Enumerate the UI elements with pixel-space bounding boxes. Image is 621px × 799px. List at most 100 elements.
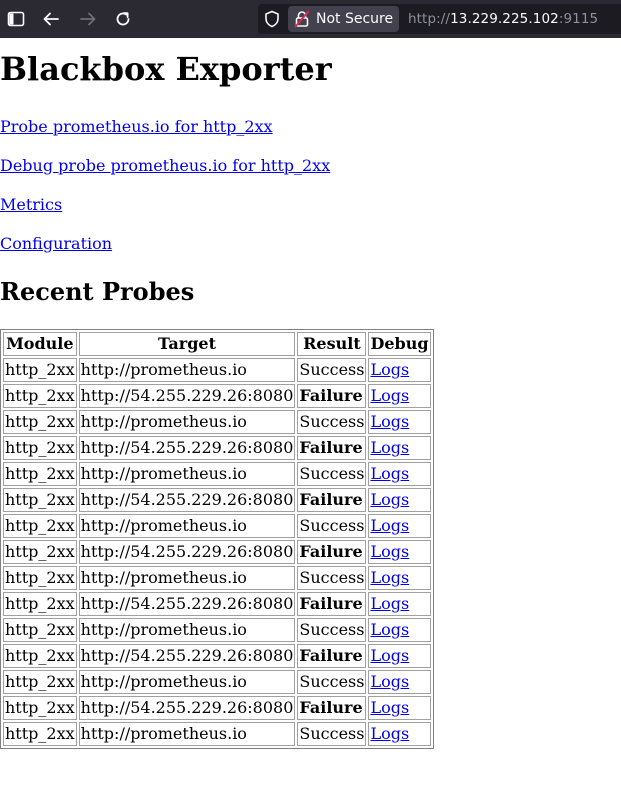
module-cell: http_2xx	[3, 462, 77, 486]
module-cell: http_2xx	[3, 410, 77, 434]
table-row: http_2xx http://54.255.229.26:8080 Failure…	[3, 540, 431, 564]
result-cell: Failure	[297, 488, 367, 512]
module-cell: http_2xx	[3, 540, 77, 564]
target-cell: http://54.255.229.26:8080	[78, 592, 296, 616]
logs-link[interactable]: Logs	[370, 490, 409, 509]
target-cell: http://54.255.229.26:8080	[78, 696, 296, 720]
header-module: Module	[3, 332, 77, 356]
logs-link[interactable]: Logs	[370, 698, 409, 717]
logs-link[interactable]: Logs	[370, 360, 409, 379]
debug-cell: Logs	[368, 462, 431, 486]
table-header-row: Module Target Result Debug	[3, 332, 431, 356]
logs-link[interactable]: Logs	[370, 542, 409, 561]
table-row: http_2xx http://54.255.229.26:8080 Failure…	[3, 384, 431, 408]
debug-cell: Logs	[368, 670, 431, 694]
module-cell: http_2xx	[3, 384, 77, 408]
result-cell: Failure	[297, 384, 367, 408]
module-cell: http_2xx	[3, 566, 77, 590]
url-text[interactable]: http://13.229.225.102:9115	[408, 11, 598, 27]
target-cell: http://54.255.229.26:8080	[78, 436, 296, 460]
probe-link[interactable]: Probe prometheus.io for http_2xx	[0, 119, 273, 135]
logs-link[interactable]: Logs	[370, 594, 409, 613]
table-row: http_2xx http://54.255.229.26:8080 Failure…	[3, 488, 431, 512]
table-row: http_2xx http://prometheus.io Success Logs	[3, 462, 431, 486]
target-cell: http://prometheus.io	[78, 514, 296, 538]
module-cell: http_2xx	[3, 670, 77, 694]
target-cell: http://prometheus.io	[78, 410, 296, 434]
debug-cell: Logs	[368, 514, 431, 538]
table-row: http_2xx http://54.255.229.26:8080 Failure…	[3, 592, 431, 616]
logs-link[interactable]: Logs	[370, 412, 409, 431]
debug-cell: Logs	[368, 540, 431, 564]
logs-link[interactable]: Logs	[370, 724, 409, 743]
table-row: http_2xx http://prometheus.io Success Logs	[3, 358, 431, 382]
tracking-shield-icon[interactable]	[260, 7, 284, 31]
module-cell: http_2xx	[3, 488, 77, 512]
result-cell: Success	[297, 566, 367, 590]
debug-cell: Logs	[368, 566, 431, 590]
logs-link[interactable]: Logs	[370, 438, 409, 457]
logs-link[interactable]: Logs	[370, 386, 409, 405]
logs-link[interactable]: Logs	[370, 646, 409, 665]
result-cell: Failure	[297, 696, 367, 720]
debug-cell: Logs	[368, 358, 431, 382]
module-cell: http_2xx	[3, 644, 77, 668]
logs-link[interactable]: Logs	[370, 672, 409, 691]
url-host: 13.229.225.102	[450, 11, 559, 27]
result-cell: Success	[297, 410, 367, 434]
debug-cell: Logs	[368, 592, 431, 616]
security-label: Not Secure	[316, 11, 394, 27]
debug-cell: Logs	[368, 722, 431, 746]
module-cell: http_2xx	[3, 358, 77, 382]
reload-icon[interactable]	[111, 7, 135, 31]
sidebar-toggle-icon[interactable]	[4, 7, 28, 31]
debug-cell: Logs	[368, 618, 431, 642]
address-bar[interactable]: Not Secure http://13.229.225.102:9115	[258, 4, 621, 34]
page-content: Blackbox Exporter Probe prometheus.io fo…	[0, 38, 621, 799]
header-result: Result	[297, 332, 367, 356]
result-cell: Success	[297, 514, 367, 538]
table-row: http_2xx http://prometheus.io Success Logs	[3, 566, 431, 590]
header-target: Target	[78, 332, 296, 356]
table-row: http_2xx http://prometheus.io Success Logs	[3, 514, 431, 538]
result-cell: Success	[297, 722, 367, 746]
result-cell: Failure	[297, 592, 367, 616]
header-debug: Debug	[368, 332, 431, 356]
browser-toolbar: Not Secure http://13.229.225.102:9115	[0, 0, 621, 38]
target-cell: http://prometheus.io	[78, 358, 296, 382]
result-cell: Success	[297, 618, 367, 642]
target-cell: http://prometheus.io	[78, 670, 296, 694]
logs-link[interactable]: Logs	[370, 568, 409, 587]
insecure-lock-icon	[294, 10, 310, 28]
back-arrow-icon[interactable]	[39, 7, 63, 31]
debug-cell: Logs	[368, 436, 431, 460]
target-cell: http://54.255.229.26:8080	[78, 540, 296, 564]
table-row: http_2xx http://54.255.229.26:8080 Failure…	[3, 436, 431, 460]
target-cell: http://prometheus.io	[78, 566, 296, 590]
table-row: http_2xx http://prometheus.io Success Logs	[3, 722, 431, 746]
table-row: http_2xx http://54.255.229.26:8080 Failure…	[3, 696, 431, 720]
result-cell: Failure	[297, 436, 367, 460]
section-title: Recent Probes	[0, 277, 195, 306]
logs-link[interactable]: Logs	[370, 464, 409, 483]
site-security-button[interactable]: Not Secure	[288, 6, 399, 32]
module-cell: http_2xx	[3, 618, 77, 642]
configuration-link[interactable]: Configuration	[0, 236, 112, 252]
debug-cell: Logs	[368, 410, 431, 434]
table-row: http_2xx http://54.255.229.26:8080 Failure…	[3, 644, 431, 668]
logs-link[interactable]: Logs	[370, 620, 409, 639]
recent-probes-table: Module Target Result Debug http_2xx http:…	[0, 329, 434, 749]
debug-probe-link[interactable]: Debug probe prometheus.io for http_2xx	[0, 158, 330, 174]
module-cell: http_2xx	[3, 696, 77, 720]
target-cell: http://prometheus.io	[78, 618, 296, 642]
metrics-link[interactable]: Metrics	[0, 197, 62, 213]
target-cell: http://prometheus.io	[78, 722, 296, 746]
url-scheme: http://	[408, 11, 451, 27]
forward-arrow-icon[interactable]	[76, 7, 100, 31]
result-cell: Failure	[297, 644, 367, 668]
logs-link[interactable]: Logs	[370, 516, 409, 535]
target-cell: http://54.255.229.26:8080	[78, 488, 296, 512]
table-row: http_2xx http://prometheus.io Success Logs	[3, 670, 431, 694]
module-cell: http_2xx	[3, 514, 77, 538]
debug-cell: Logs	[368, 696, 431, 720]
